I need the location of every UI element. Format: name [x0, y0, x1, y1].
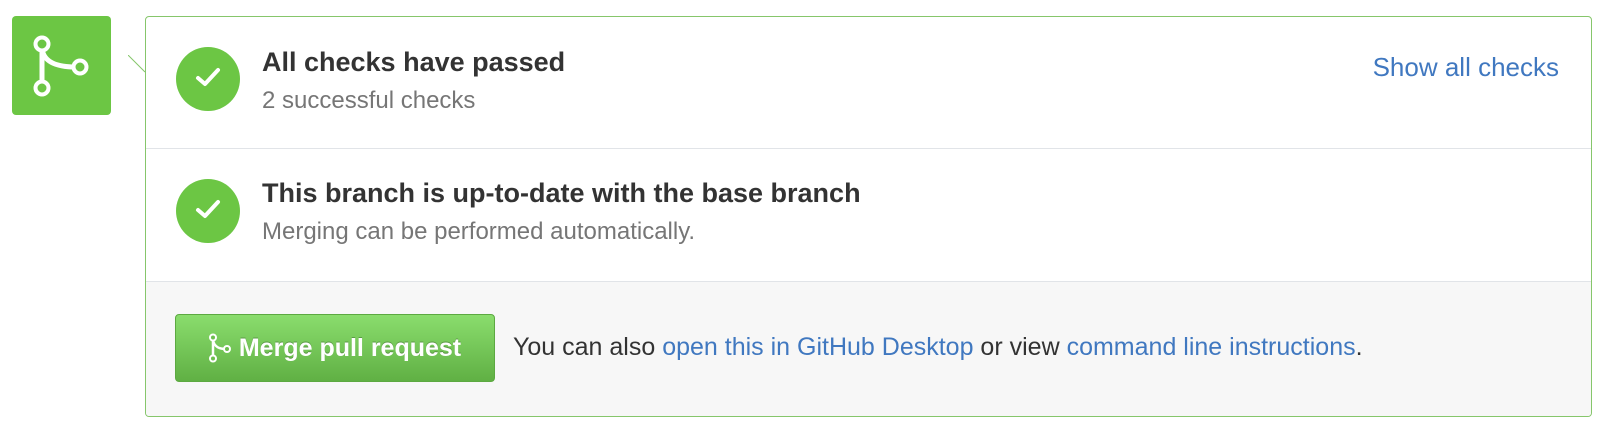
merge-text-middle: or view [973, 333, 1067, 361]
merge-pull-request-button[interactable]: Merge pull request [175, 314, 495, 382]
git-merge-icon [32, 35, 92, 97]
git-merge-icon [208, 333, 231, 363]
show-all-checks-link[interactable]: Show all checks [1373, 52, 1559, 83]
merge-action-section: Merge pull request You can also open thi… [146, 282, 1591, 416]
merge-status-panel: All checks have passed 2 successful chec… [145, 16, 1592, 417]
merge-alternatives-text: You can also open this in GitHub Desktop… [513, 333, 1363, 362]
branch-status-title: This branch is up-to-date with the base … [262, 178, 861, 208]
checks-subtitle: 2 successful checks [262, 87, 476, 114]
merge-text-suffix: . [1355, 333, 1363, 361]
branch-status-subtitle: Merging can be performed automatically. [262, 218, 696, 245]
pull-request-merge-area: All checks have passed 2 successful chec… [0, 0, 1600, 427]
checks-section: All checks have passed 2 successful chec… [146, 17, 1591, 149]
check-icon [195, 198, 221, 225]
merge-button-label: Merge pull request [238, 333, 462, 362]
checks-title: All checks have passed [262, 47, 566, 77]
merge-text-prefix: You can also [513, 333, 663, 361]
command-line-instructions-link[interactable]: command line instructions [1067, 333, 1356, 361]
branch-status-section: This branch is up-to-date with the base … [146, 149, 1591, 282]
branch-status-circle [176, 179, 240, 243]
checks-status-circle [176, 47, 240, 111]
check-icon [195, 66, 221, 93]
merge-status-badge [12, 16, 111, 115]
open-in-github-desktop-link[interactable]: open this in GitHub Desktop [662, 333, 973, 361]
